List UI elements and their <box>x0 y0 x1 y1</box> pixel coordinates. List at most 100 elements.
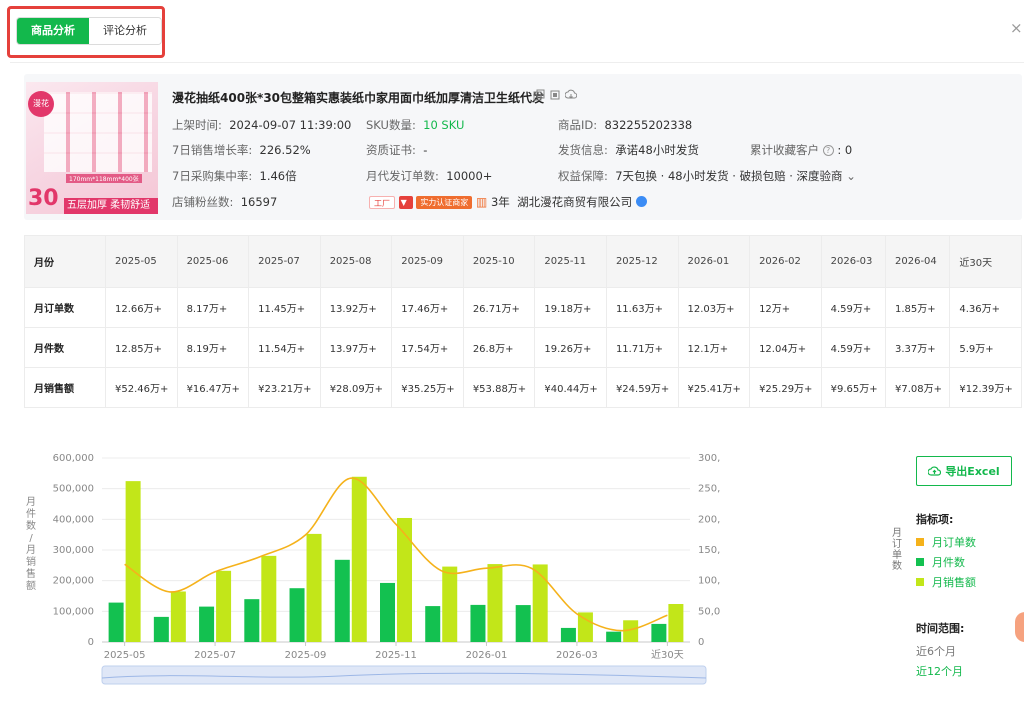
time-range-title: 时间范围: <box>916 622 965 635</box>
month-header: 2026-03 <box>820 235 887 288</box>
table-cell: 3.37万+ <box>884 327 951 368</box>
bar-sales[interactable] <box>397 517 412 642</box>
help-icon[interactable]: ? <box>822 145 834 156</box>
bar-sales[interactable] <box>487 564 503 642</box>
product-image[interactable]: 漫花 170mm*118mm*400张 30 五层加厚 柔韧舒适 <box>26 82 158 214</box>
rights-guarantee-label: 权益保障: <box>558 169 608 183</box>
y-axis-label-char: 销 <box>26 555 36 568</box>
table-cell: ¥24.59万+ <box>605 367 679 408</box>
bar-pieces[interactable] <box>199 606 215 642</box>
cloud-export-icon <box>928 466 942 476</box>
store-tags: 工厂 ▼ 实力认证商家 ▥ 3年 湖北漫花商贸有限公司 <box>369 194 647 210</box>
y-tick-right: 100,000 <box>698 576 720 587</box>
y-axis-label-char: 月 <box>26 544 36 556</box>
bar-pieces[interactable] <box>470 604 486 642</box>
tab-review-analysis[interactable]: 评论分析 <box>89 18 161 44</box>
copy-icon[interactable] <box>533 89 545 101</box>
table-cell: 13.97万+ <box>319 327 393 368</box>
rights-guarantee: 权益保障: 7天包换 · 48小时发货 · 破损包赔 · 深度验商 ⌄ <box>558 168 856 184</box>
legend-item-pieces[interactable]: 月件数 <box>916 552 976 572</box>
table-cell: 19.26万+ <box>534 327 607 368</box>
table-cell: ¥28.09万+ <box>319 367 393 408</box>
product-id-label: 商品ID: <box>558 118 598 132</box>
bar-pieces[interactable] <box>606 631 622 642</box>
bar-pieces[interactable] <box>108 602 124 642</box>
favorites-label: 累计收藏客户 <box>750 143 819 157</box>
bar-pieces[interactable] <box>515 605 531 642</box>
y-axis-label-char: 数 <box>26 519 36 532</box>
bar-sales[interactable] <box>216 570 232 642</box>
product-card: 漫花 170mm*118mm*400张 30 五层加厚 柔韧舒适 漫花抽纸400… <box>24 74 1022 220</box>
bar-pieces[interactable] <box>380 582 395 642</box>
bar-sales[interactable] <box>668 604 684 642</box>
cloud-download-icon[interactable] <box>565 89 577 101</box>
duplicate-icon[interactable] <box>549 89 561 101</box>
certificate-value: - <box>423 143 428 157</box>
bar-sales[interactable] <box>125 481 141 642</box>
table-cell: 12.04万+ <box>749 327 822 368</box>
bar-pieces[interactable] <box>153 616 169 642</box>
table-row: 月订单数 12.66万+ 8.17万+ 11.45万+ 13.92万+ 17.46万+ 26… <box>24 287 1022 328</box>
shipping-info-value: 承诺48小时发货 <box>615 143 699 157</box>
y-tick-left: 600,000 <box>53 453 94 464</box>
sku-count-label: SKU数量: <box>366 118 416 132</box>
table-row: 月销售额 ¥52.46万+ ¥16.47万+ ¥23.21万+ ¥28.09万+ ¥35.… <box>24 367 1022 408</box>
legend-label: 月销售额 <box>932 576 976 589</box>
bar-pieces[interactable] <box>244 599 260 642</box>
bar-sales[interactable] <box>351 476 367 642</box>
bar-sales[interactable] <box>442 566 458 642</box>
bar-sales[interactable] <box>532 564 548 642</box>
favorites-value: : 0 <box>837 143 853 157</box>
product-analysis-page: 商品分析 评论分析 × 漫花 170mm*118mm*400张 30 五层加厚 … <box>0 0 1024 710</box>
monthly-orders-value: 10000+ <box>446 169 493 183</box>
company-name[interactable]: 湖北漫花商贸有限公司 <box>517 195 632 209</box>
legend-item-sales[interactable]: 月销售额 <box>916 572 976 592</box>
sku-count-value[interactable]: 10 SKU <box>423 118 464 132</box>
table-cell: 17.46万+ <box>391 287 464 328</box>
growth-rate: 7日销售增长率: 226.52% <box>172 142 311 158</box>
month-header: 2025-07 <box>248 235 321 288</box>
legend-swatch <box>916 538 924 546</box>
bar-sales[interactable] <box>306 533 322 642</box>
legend-label: 月订单数 <box>932 536 976 549</box>
close-icon[interactable]: × <box>1010 18 1024 38</box>
slogan-strip: 五层加厚 柔韧舒适 <box>64 198 158 214</box>
legend-label: 月件数 <box>932 556 965 569</box>
x-tick-label: 2025-09 <box>285 650 327 661</box>
table-cell: 12.03万+ <box>677 287 751 328</box>
table-cell: 12万+ <box>749 287 822 328</box>
bar-pieces[interactable] <box>560 627 576 642</box>
purchase-concentration-value: 1.46倍 <box>259 169 297 183</box>
bar-pieces[interactable] <box>425 606 441 642</box>
y-tick-left: 0 <box>88 637 94 648</box>
listed-time-label: 上架时间: <box>172 118 222 132</box>
y-tick-right: 0 <box>698 637 704 648</box>
bar-sales[interactable] <box>170 591 186 642</box>
x-tick-label: 2025-07 <box>194 650 236 661</box>
table-cell: 5.9万+ <box>949 327 1022 368</box>
y-axis-label-char: 月 <box>26 496 36 508</box>
growth-rate-value: 226.52% <box>259 143 311 157</box>
rights-guarantee-value[interactable]: 7天包换 · 48小时发货 · 破损包赔 · 深度验商 <box>615 169 842 183</box>
time-option-12-months[interactable]: 近12个月 <box>916 663 963 679</box>
time-option-6-months[interactable]: 近6个月 <box>916 643 956 659</box>
product-title[interactable]: 漫花抽纸400张*30包整箱实惠装纸巾家用面巾纸加厚清洁卫生纸代发 <box>172 89 544 106</box>
x-tick-label: 2025-05 <box>104 650 146 661</box>
store-fans-label: 店铺粉丝数: <box>172 195 234 209</box>
shield-badge-icon: ▼ <box>398 196 413 209</box>
legend-item-orders[interactable]: 月订单数 <box>916 532 976 552</box>
export-excel-button[interactable]: 导出Excel <box>916 456 1012 486</box>
table-cell: ¥35.25万+ <box>391 367 464 408</box>
product-id-value: 832255202338 <box>604 118 693 132</box>
y-tick-left: 200,000 <box>53 576 94 587</box>
bar-pieces[interactable] <box>289 588 305 642</box>
chevron-down-icon[interactable]: ⌄ <box>846 169 856 183</box>
bar-pieces[interactable] <box>334 559 350 642</box>
store-years: 3年 <box>490 195 510 209</box>
tab-product-analysis[interactable]: 商品分析 <box>17 18 89 44</box>
size-text: 170mm*118mm*400张 <box>66 174 142 183</box>
bar-sales[interactable] <box>261 555 277 642</box>
table-cell: ¥53.88万+ <box>462 367 536 408</box>
bar-pieces[interactable] <box>651 623 667 642</box>
floating-helper-icon[interactable] <box>1015 612 1024 642</box>
